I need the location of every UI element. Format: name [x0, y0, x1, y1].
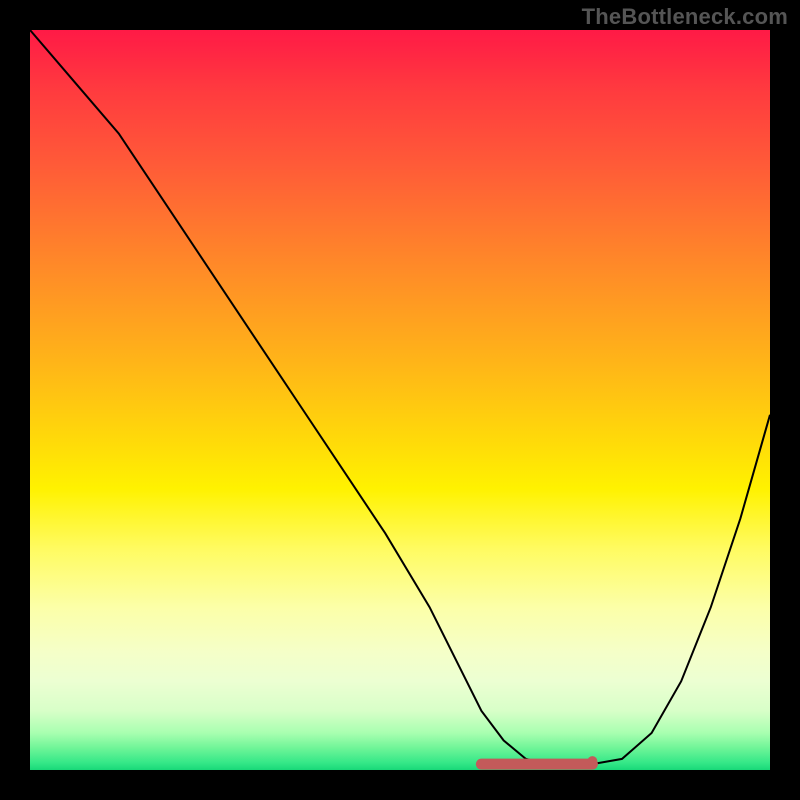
curve-svg	[30, 30, 770, 770]
valley-band-endpoint	[587, 756, 597, 766]
plot-area	[30, 30, 770, 770]
bottleneck-curve	[30, 30, 770, 766]
watermark-text: TheBottleneck.com	[582, 4, 788, 30]
